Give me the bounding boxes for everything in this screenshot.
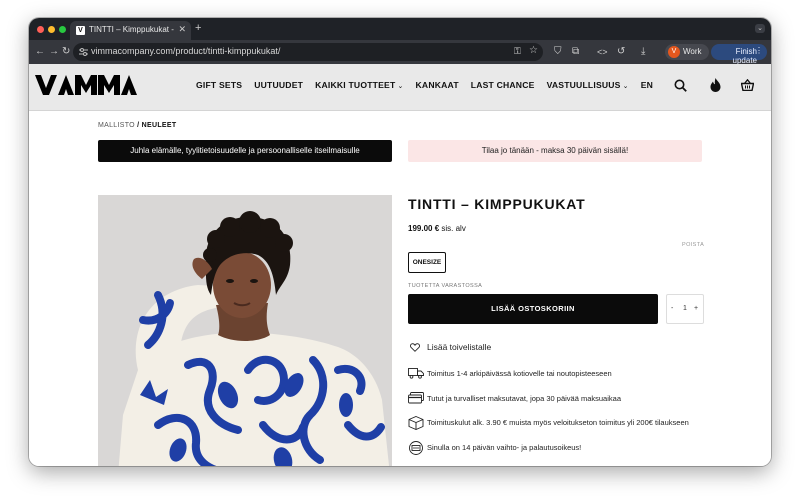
site-header: GIFT SETS UUTUUDET KAIKKI TUOTTEET ⌄ KANK… [29, 64, 771, 111]
site-favicon: V [76, 26, 85, 35]
finish-update-label: Finish update [732, 47, 757, 65]
price-suffix: sis. alv [439, 224, 466, 233]
nav-kankaat[interactable]: KANKAAT [416, 80, 459, 90]
product-photo[interactable] [98, 195, 392, 466]
quantity-stepper: - 1 + [666, 294, 704, 324]
site-settings-icon[interactable] [79, 48, 88, 56]
browser-window: V TINTTI – Kimppukukat - Vimma ✕ + ⌄ ← →… [29, 18, 771, 466]
nav-language[interactable]: EN [641, 80, 653, 90]
close-tab-icon[interactable]: ✕ [178, 24, 186, 35]
vimma-logo[interactable] [35, 75, 137, 95]
add-to-cart-button[interactable]: LISÄÄ OSTOSKORIIN [408, 294, 658, 324]
tab-bar: V TINTTI – Kimppukukat - Vimma ✕ + ⌄ [29, 18, 771, 40]
nav-gift-sets[interactable]: GIFT SETS [196, 80, 242, 90]
nav-last-chance[interactable]: LAST CHANCE [471, 80, 535, 90]
profile-avatar: V [668, 46, 680, 58]
quantity-input[interactable]: 1 [683, 305, 687, 312]
tab-title: TINTTI – Kimppukukat - Vimma [89, 25, 175, 34]
key-icon[interactable]: ⚿ [514, 46, 521, 57]
promo-banner-pink: Tilaa jo tänään - maksa 30 päivän sisäll… [408, 140, 702, 162]
breadcrumb-current: NEULEET [141, 122, 177, 129]
address-bar[interactable]: vimmacompany.com/product/tintti-kimppuku… [73, 43, 543, 61]
reset-selection-link[interactable]: POISTA [682, 242, 704, 248]
tab-search-icon[interactable]: ⌄ [755, 24, 765, 33]
maximize-window-button[interactable] [59, 26, 66, 33]
breadcrumb-parent[interactable]: MALLISTO [98, 122, 135, 129]
feature-text: Toimituskulut alk. 3.90 € muista myös ve… [427, 418, 689, 427]
reload-icon[interactable]: ↻ [62, 45, 70, 59]
nav-vastuullisuus[interactable]: VASTUULLISUUS ⌄ [547, 80, 629, 90]
main-nav: GIFT SETS UUTUUDET KAIKKI TUOTTEET ⌄ KANK… [196, 80, 665, 90]
nav-kaikki-tuotteet[interactable]: KAIKKI TUOTTEET ⌄ [315, 80, 403, 90]
product-price: 199.00 € sis. alv [408, 224, 466, 233]
profile-label: Work [683, 47, 702, 56]
feature-text: Toimitus 1-4 arkipäivässä kotiovelle tai… [427, 369, 612, 378]
price-value: 199.00 € [408, 224, 440, 233]
truck-icon [408, 368, 424, 379]
flame-icon[interactable] [710, 78, 721, 92]
minimize-window-button[interactable] [48, 26, 55, 33]
chevron-down-icon: ⌄ [397, 83, 404, 90]
back-arrow-icon[interactable]: ← [35, 45, 45, 59]
qty-increase-button[interactable]: + [694, 305, 698, 312]
web-page: GIFT SETS UUTUUDET KAIKKI TUOTTEET ⌄ KANK… [29, 64, 771, 466]
shield-icon[interactable]: ⛉ [554, 45, 562, 59]
profile-button[interactable]: V Work [665, 44, 709, 60]
close-window-button[interactable] [37, 26, 44, 33]
browser-toolbar: ← → ↻ vimmacompany.com/product/tintti-ki… [29, 40, 771, 65]
extensions-icon[interactable]: ⧉ [572, 45, 579, 59]
download-icon[interactable]: ⤓ [641, 45, 645, 59]
feature-text: Tutut ja turvalliset maksutavat, jopa 30… [427, 394, 621, 403]
basket-icon[interactable] [741, 79, 754, 91]
breadcrumb: MALLISTO / NEULEET [98, 122, 176, 129]
more-menu-icon[interactable]: ⋮ [755, 46, 763, 55]
product-title: TINTTI – KIMPPUKUKAT [408, 196, 586, 212]
feature-delivery: Toimitus 1-4 arkipäivässä kotiovelle tai… [408, 367, 612, 381]
browser-tab[interactable]: V TINTTI – Kimppukukat - Vimma ✕ [70, 21, 191, 40]
search-icon[interactable] [674, 79, 687, 92]
forward-arrow-icon[interactable]: → [49, 45, 59, 59]
return-icon [409, 441, 423, 455]
bookmark-star-icon[interactable]: ☆ [529, 45, 538, 56]
feature-payment: Tutut ja turvalliset maksutavat, jopa 30… [408, 392, 621, 406]
size-option-onesize[interactable]: ONESIZE [408, 252, 446, 273]
breadcrumb-separator: / [134, 122, 142, 129]
url-text: vimmacompany.com/product/tintti-kimppuku… [91, 46, 281, 56]
package-icon [408, 416, 424, 430]
stock-status: TUOTETTA VARASTOSSA [408, 283, 483, 289]
credit-card-icon [408, 392, 424, 404]
qty-decrease-button[interactable]: - [671, 305, 673, 312]
history-icon[interactable]: ↺ [617, 45, 625, 59]
feature-returns: Sinulla on 14 päivän vaihto- ja palautus… [408, 441, 581, 457]
code-icon[interactable]: <> [597, 45, 608, 59]
wishlist-label: Lisää toivelistalle [427, 342, 492, 352]
promo-banner-dark: Juhla elämälle, tyylitietoisuudelle ja p… [98, 140, 392, 162]
chevron-down-icon: ⌄ [622, 83, 629, 90]
heart-icon [410, 343, 420, 352]
feature-shipping-cost: Toimituskulut alk. 3.90 € muista myös ve… [408, 416, 689, 432]
new-tab-icon[interactable]: + [195, 22, 201, 34]
finish-update-button[interactable]: Finish update ⋮ [711, 44, 767, 65]
feature-text: Sinulla on 14 päivän vaihto- ja palautus… [427, 443, 582, 452]
nav-uutuudet[interactable]: UUTUUDET [254, 80, 303, 90]
